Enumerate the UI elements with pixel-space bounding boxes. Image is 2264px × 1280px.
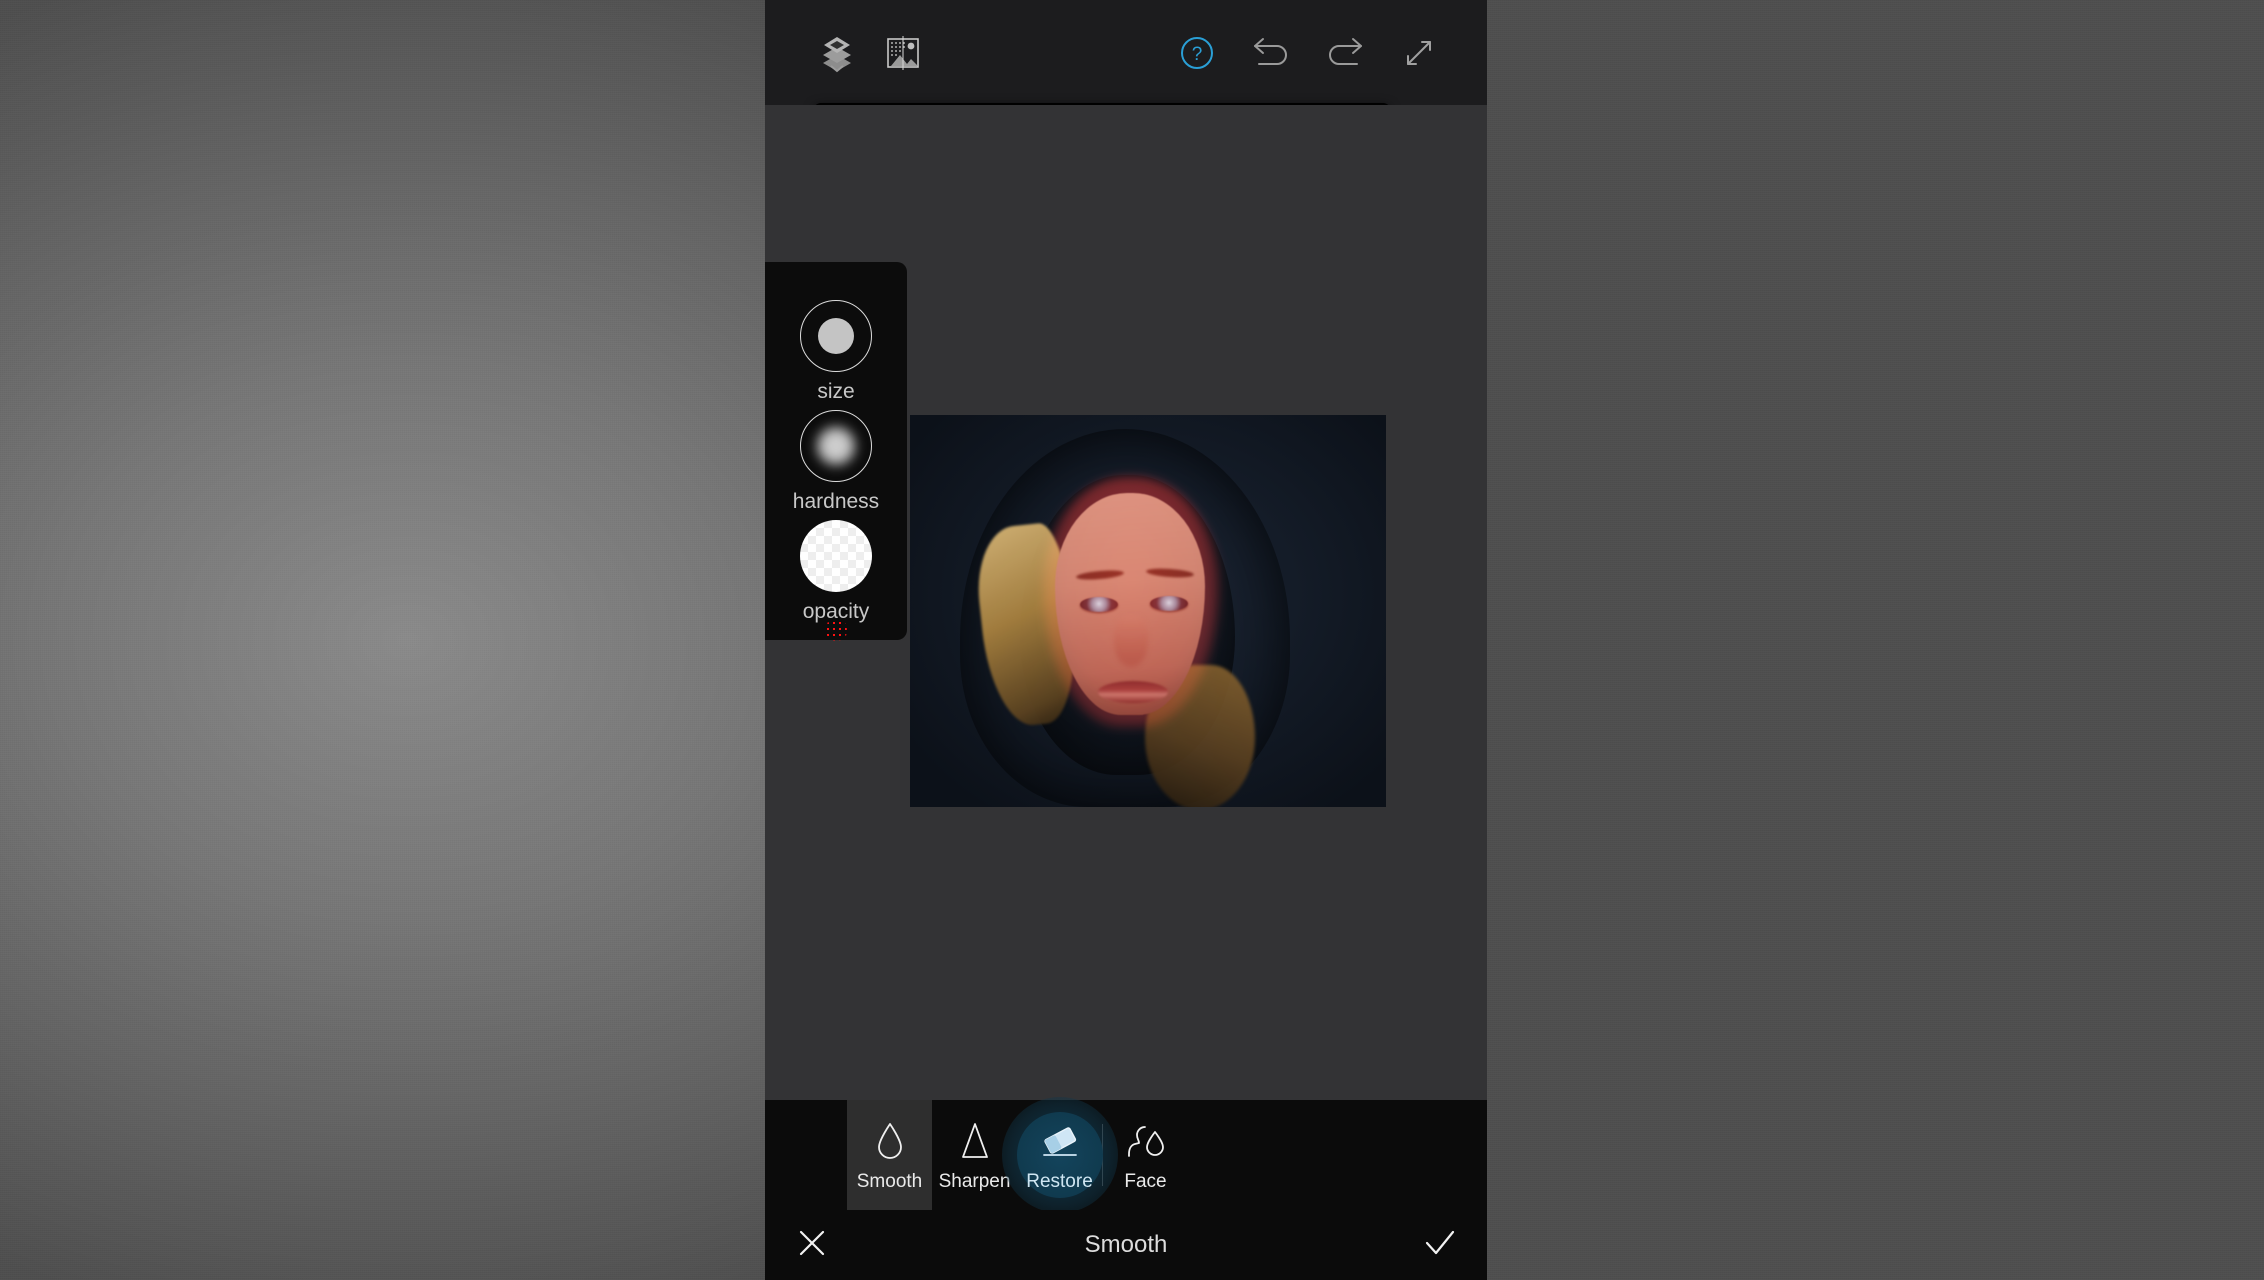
top-toolbar: ? xyxy=(765,0,1487,105)
tool-smooth-label: Smooth xyxy=(856,1170,923,1192)
mask-dots-icon xyxy=(819,614,853,646)
action-bar: Smooth xyxy=(765,1210,1487,1280)
help-button[interactable]: ? xyxy=(1173,29,1221,77)
expand-icon xyxy=(1400,34,1438,72)
tool-face-label: Face xyxy=(1124,1170,1167,1192)
redo-icon xyxy=(1323,33,1367,73)
face-droplet-icon xyxy=(1124,1118,1168,1162)
brush-size-control[interactable]: size xyxy=(765,300,907,404)
help-icon: ? xyxy=(1179,35,1215,71)
undo-button[interactable] xyxy=(1247,29,1295,77)
droplet-icon xyxy=(873,1118,907,1162)
check-icon xyxy=(1421,1226,1459,1265)
expand-button[interactable] xyxy=(1395,29,1443,77)
brush-hardness-control[interactable]: hardness xyxy=(765,410,907,514)
tool-smooth[interactable]: Smooth xyxy=(847,1100,932,1210)
tool-restore-label: Restore xyxy=(1026,1170,1093,1192)
triangle-icon xyxy=(958,1118,992,1162)
brush-opacity-knob[interactable] xyxy=(800,520,872,592)
brush-settings-panel: size hardness opacity xyxy=(765,262,907,646)
mask-visibility-toggle[interactable] xyxy=(765,614,907,646)
tool-face[interactable]: Face xyxy=(1103,1100,1188,1210)
undo-icon xyxy=(1249,33,1293,73)
image-icon xyxy=(883,33,923,73)
action-bar-title: Smooth xyxy=(1084,1231,1168,1258)
editor-canvas[interactable]: size hardness opacity xyxy=(765,105,1487,1100)
brush-size-label: size xyxy=(817,380,855,403)
photo-image[interactable] xyxy=(910,415,1386,807)
app-window: ? size hardness opacity Smooth Sharpen R… xyxy=(765,0,1487,1280)
red-mask-overlay xyxy=(1043,477,1219,727)
layers-icon xyxy=(817,33,857,73)
layers-button[interactable] xyxy=(813,29,861,77)
eraser-icon xyxy=(1039,1118,1081,1162)
tool-restore[interactable]: Restore xyxy=(1016,1100,1103,1210)
confirm-button[interactable] xyxy=(1409,1214,1471,1276)
brush-hardness-label: hardness xyxy=(792,490,880,513)
brush-hardness-knob[interactable] xyxy=(800,410,872,482)
close-icon xyxy=(795,1226,829,1265)
tool-selector-bar: Smooth Sharpen Restore Face xyxy=(765,1100,1487,1210)
image-button[interactable] xyxy=(879,29,927,77)
svg-text:?: ? xyxy=(1192,44,1203,65)
brush-opacity-control[interactable]: opacity xyxy=(765,520,907,624)
redo-button[interactable] xyxy=(1321,29,1369,77)
tool-sharpen-label: Sharpen xyxy=(938,1170,1011,1192)
brush-size-knob[interactable] xyxy=(800,300,872,372)
cancel-button[interactable] xyxy=(781,1214,843,1276)
